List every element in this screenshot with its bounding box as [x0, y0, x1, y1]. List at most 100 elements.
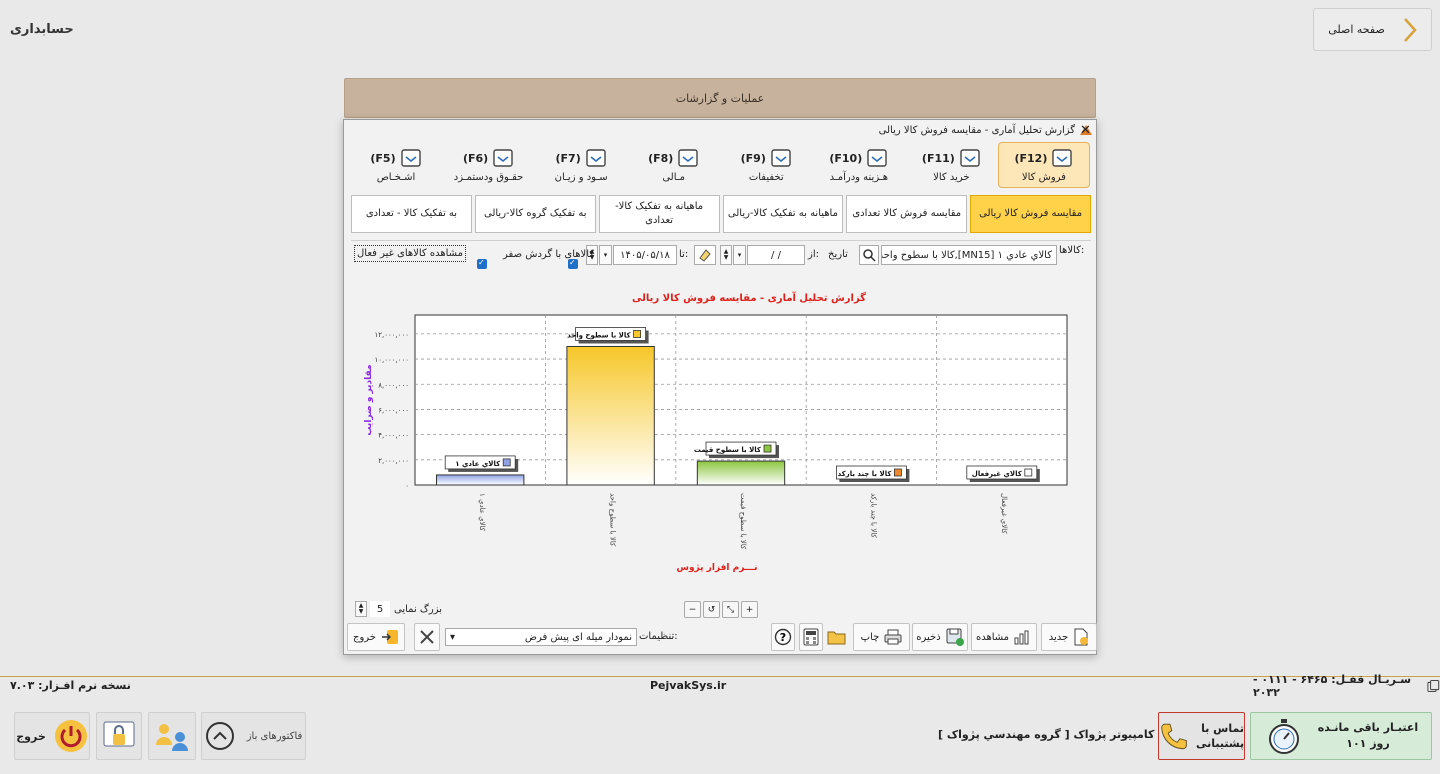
open-invoices-button[interactable]: فاکتورهای باز: [201, 712, 306, 760]
function-tab-label: فروش کالا: [1021, 172, 1066, 183]
to-date-input[interactable]: ۱۴۰۵/۰۵/۱۸: [613, 245, 677, 265]
subtab-5[interactable]: به تفکیک کالا - تعدادی: [351, 195, 472, 233]
function-tab-0[interactable]: (F12) فروش کالا: [997, 142, 1090, 188]
function-tab-top: (F9): [741, 147, 792, 169]
print-button[interactable]: چاپ: [853, 623, 910, 651]
software-version: نسخه نرم افـزار: ۷.۰۳: [10, 679, 131, 692]
website-link[interactable]: PejvakSys.ir: [650, 679, 726, 692]
x-tick-label: كالا با سطوح واحد: [609, 493, 617, 547]
open-invoices-label: فاکتورهای باز: [246, 730, 303, 742]
from-date-spinner[interactable]: ▲ ▼: [720, 245, 732, 265]
zoom-label: بزرگ نمایی: [394, 604, 442, 615]
function-tab-6[interactable]: (F6) حقـوق ودستمـزد: [443, 142, 535, 188]
function-tab-label: سـود و زیـان: [554, 172, 608, 183]
date-label: تاریخ: [828, 249, 848, 260]
save-label: ذخیره: [916, 631, 941, 643]
help-button[interactable]: ?: [771, 623, 795, 651]
function-tab-3[interactable]: (F9) تخفیفات: [720, 142, 812, 188]
x-tick-label: كالا با سطوح قيمت: [739, 493, 747, 550]
legend-label: كالا با سطوح واحد: [567, 331, 631, 339]
credit-text: اعتبـار باقی مانـده ۱۰۱ روز: [1318, 720, 1418, 753]
goods-input[interactable]: کالاي عادي ۱ [MN15],کالا با سطوح واحد,کا…: [881, 245, 1057, 265]
bar-chart: گزارش تحلیل آماری - مقایسه فروش کالا ریا…: [364, 291, 1068, 573]
subtab-2[interactable]: ماهیانه به تفکیک کالا-ریالی: [722, 195, 844, 233]
legend-label: كالا با سطوح قيمت: [694, 446, 762, 454]
rotate-icon[interactable]: ↺: [703, 601, 720, 618]
y-tick-label: ۴,۰۰۰,۰۰۰: [378, 432, 409, 440]
goods-search-button[interactable]: [859, 245, 879, 265]
subtab-0[interactable]: مقایسه فروش کالا ریالی: [970, 195, 1091, 233]
calculator-button[interactable]: [799, 623, 823, 651]
persons-icon: [400, 149, 421, 167]
lock-window-icon: [103, 721, 135, 747]
legend-swatch: [763, 444, 772, 453]
inactive-checkbox[interactable]: [477, 258, 487, 269]
app-title: حسابداری: [10, 22, 74, 37]
legend-swatch: [633, 330, 642, 338]
to-label: تا:: [679, 249, 689, 260]
function-tab-label: اشـخـاص: [376, 172, 416, 183]
subtab-3[interactable]: ماهیانه به تفکیک کالا-تعدادی: [598, 195, 720, 233]
bar: [696, 460, 786, 486]
sell-goods-icon: [1052, 149, 1073, 167]
legend-label: كالاي غيرفعال: [972, 470, 1023, 478]
view-button[interactable]: مشاهده: [971, 623, 1037, 651]
main-exit-button[interactable]: خروج: [14, 712, 90, 760]
search-icon: [863, 249, 876, 262]
y-axis-label: مقادیر و ضرایب: [364, 364, 374, 435]
function-tab-1[interactable]: (F11) خرید کالا: [905, 142, 997, 188]
clear-date-button[interactable]: [694, 245, 716, 265]
dialog-titlebar: گزارش تحلیل آماری - مقایسه فروش کالا ریا…: [344, 120, 1096, 140]
exit-button[interactable]: خروج: [347, 623, 405, 651]
save-button[interactable]: ذخیره: [912, 623, 968, 651]
zoom-out-icon[interactable]: −: [684, 601, 701, 618]
function-tab-2[interactable]: (F10) هـزینه ودرآمـد: [813, 142, 905, 188]
subtab-1[interactable]: مقایسه فروش کالا تعدادی: [846, 195, 968, 233]
zero-turnover-label: کالاهای با گردش صفر: [503, 249, 595, 260]
fit-icon[interactable]: ⤡: [722, 601, 739, 618]
x-tick-label: كالا با چند باركد: [869, 493, 877, 538]
zero-turnover-checkbox[interactable]: [568, 258, 578, 269]
function-tab-label: تخفیفات: [748, 172, 784, 183]
new-document-icon: [1074, 628, 1089, 646]
function-tabs: (F12) فروش کالا (F11) خرید کالا (F10) هـ…: [350, 142, 1090, 190]
y-tick-label: ۰: [405, 482, 409, 490]
payroll-icon: [493, 149, 513, 167]
x-axis-label: نـــرم افزار پژوس: [677, 563, 758, 573]
settings-select[interactable]: ▾ نمودار میله ای پیش فرض: [445, 628, 637, 646]
from-date-input[interactable]: / /: [747, 245, 805, 265]
zoom-spinner[interactable]: ▲ ▼: [355, 601, 367, 617]
function-tab-5[interactable]: (F7) سـود و زیـان: [535, 142, 627, 188]
eraser-icon: [699, 249, 711, 262]
operations-reports-bar[interactable]: عملیات و گزارشات: [344, 78, 1096, 118]
chevron-up-circle-icon: [205, 722, 234, 750]
users-switch-icon: [156, 724, 188, 751]
power-icon: [54, 720, 87, 752]
close-icon[interactable]: ✕: [1080, 123, 1091, 138]
chart-title: گزارش تحلیل آماری - مقایسه فروش کالا ریا…: [632, 291, 866, 304]
function-tab-label: حقـوق ودستمـزد: [453, 172, 524, 183]
tools-button[interactable]: [414, 623, 440, 651]
function-tab-key: (F5): [370, 151, 396, 165]
zoom-in-icon[interactable]: +: [741, 601, 758, 618]
from-date-dropdown[interactable]: ▾: [733, 245, 746, 265]
subtab-4[interactable]: به تفکیک گروه کالا-ریالی: [474, 195, 596, 233]
open-folder-button[interactable]: [825, 623, 849, 651]
y-tick-label: ۶,۰۰۰,۰۰۰: [378, 406, 409, 414]
function-tab-key: (F6): [462, 151, 489, 165]
buy-goods-icon: [960, 149, 980, 167]
home-button[interactable]: صفحه اصلی: [1313, 8, 1432, 51]
chevron-right-icon: [1403, 17, 1417, 42]
function-tab-7[interactable]: (F5) اشـخـاص: [350, 142, 442, 188]
home-label: صفحه اصلی: [1328, 23, 1385, 36]
function-tab-4[interactable]: (F8) مـالی: [628, 142, 720, 188]
lock-serial: سـريـال قفـل: ۶۴۶۵ - ۰۱۱۱ - ۲۰۳۲: [1253, 673, 1440, 699]
switch-user-button[interactable]: [148, 712, 196, 760]
new-label: جدید: [1048, 631, 1069, 643]
zoom-value[interactable]: 5: [370, 601, 390, 617]
support-button[interactable]: تماس با پشتیبانی: [1158, 712, 1245, 760]
new-button[interactable]: جدید: [1041, 623, 1097, 651]
to-date-dropdown[interactable]: ▾: [599, 245, 612, 265]
copy-icon: [1427, 679, 1440, 692]
lock-screen-button[interactable]: [96, 712, 142, 760]
